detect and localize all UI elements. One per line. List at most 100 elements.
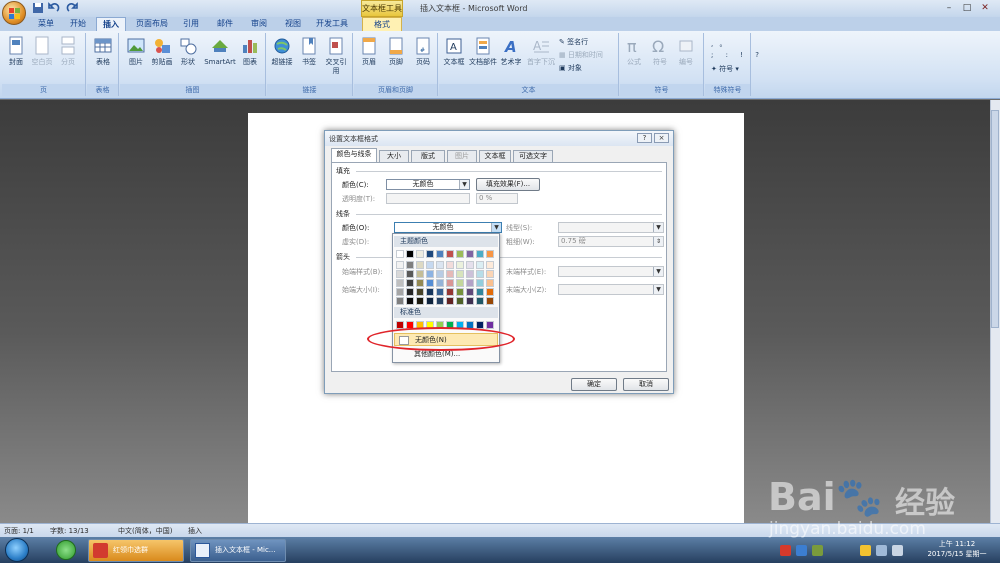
wordart-button[interactable]: A 艺术字 [499, 36, 523, 67]
tab-alt-text[interactable]: 可选文字 [513, 150, 553, 162]
special-symbol-question[interactable]: ? [755, 51, 764, 59]
theme-color-swatch[interactable] [486, 250, 494, 258]
theme-tint-swatch[interactable] [486, 261, 494, 269]
tab-references[interactable]: 引用 [176, 17, 206, 31]
bookmark-button[interactable]: 书签 [297, 36, 321, 67]
special-symbol-period[interactable]: 。 [719, 40, 728, 48]
clipart-button[interactable]: 剪贴画 [150, 36, 174, 67]
status-language[interactable]: 中文(简体，中国) [118, 526, 172, 536]
tab-insert[interactable]: 插入 [96, 17, 126, 32]
taskbar-item-word[interactable]: 插入文本框 - Mic... [190, 539, 286, 562]
theme-tint-swatch[interactable] [406, 297, 414, 305]
line-weight-input[interactable]: 0.75 磅 ⇕ [558, 236, 664, 247]
tray-app-icon[interactable] [812, 545, 823, 556]
picture-button[interactable]: 图片 [124, 36, 148, 67]
theme-tint-swatch[interactable] [406, 270, 414, 278]
tab-layout[interactable]: 版式 [411, 150, 445, 162]
theme-tint-swatch[interactable] [436, 279, 444, 287]
close-window-button[interactable]: ✕ [976, 2, 994, 14]
tray-volume-icon[interactable] [892, 545, 903, 556]
theme-tint-swatch[interactable] [446, 288, 454, 296]
theme-tint-swatch[interactable] [446, 279, 454, 287]
theme-tint-swatch[interactable] [416, 261, 424, 269]
tab-developer[interactable]: 开发工具 [310, 17, 354, 31]
standard-color-swatch[interactable] [486, 321, 494, 329]
app-circle-icon[interactable] [56, 540, 76, 560]
blank-page-button[interactable]: 空白页 [30, 36, 54, 67]
theme-tint-swatch[interactable] [406, 261, 414, 269]
theme-tint-swatch[interactable] [426, 279, 434, 287]
theme-tint-swatch[interactable] [436, 297, 444, 305]
theme-color-swatch[interactable] [446, 250, 454, 258]
theme-color-swatch[interactable] [396, 250, 404, 258]
page-number-button[interactable]: # 页码 [411, 36, 435, 67]
tab-picture[interactable]: 图片 [447, 150, 477, 162]
theme-tint-swatch[interactable] [446, 270, 454, 278]
theme-tint-swatch[interactable] [486, 279, 494, 287]
theme-tint-swatch[interactable] [466, 261, 474, 269]
theme-tint-swatch[interactable] [416, 297, 424, 305]
start-button[interactable] [5, 538, 29, 562]
theme-color-swatch[interactable] [436, 250, 444, 258]
shapes-button[interactable]: 形状 [176, 36, 200, 67]
tab-home[interactable]: 开始 [62, 17, 94, 31]
theme-tint-swatch[interactable] [406, 288, 414, 296]
theme-tint-swatch[interactable] [436, 288, 444, 296]
theme-tint-swatch[interactable] [396, 297, 404, 305]
theme-tint-swatch[interactable] [476, 297, 484, 305]
theme-tint-swatch[interactable] [416, 288, 424, 296]
quick-parts-button[interactable]: 文档部件 [469, 36, 497, 67]
status-mode[interactable]: 插入 [188, 526, 202, 536]
maximize-button[interactable]: □ [958, 2, 976, 14]
theme-color-swatch[interactable] [456, 250, 464, 258]
equation-button[interactable]: π 公式 [622, 36, 646, 67]
theme-tint-swatch[interactable] [466, 279, 474, 287]
tab-format[interactable]: 格式 [362, 17, 402, 31]
taskbar-item-group[interactable]: 红领巾选群 [88, 539, 184, 562]
special-symbol-comma[interactable]: , [711, 40, 715, 48]
fill-effects-button[interactable]: 填充效果(F)... [476, 178, 540, 191]
theme-tint-swatch[interactable] [466, 297, 474, 305]
theme-tint-swatch[interactable] [446, 297, 454, 305]
tray-ime-icon[interactable] [796, 545, 807, 556]
page-break-button[interactable]: 分页 [56, 36, 80, 67]
hyperlink-button[interactable]: 超链接 [270, 36, 294, 67]
textbox-button[interactable]: A 文本框 [442, 36, 466, 67]
scrollbar-thumb[interactable] [991, 110, 999, 328]
special-symbols-row2[interactable]: ; : ! ? [711, 50, 759, 61]
symbol-button[interactable]: Ω 符号 [648, 36, 672, 67]
theme-tint-swatch[interactable] [396, 279, 404, 287]
cover-page-button[interactable]: 封面 [4, 36, 28, 67]
theme-tint-swatch[interactable] [396, 288, 404, 296]
theme-tint-swatch[interactable] [426, 270, 434, 278]
header-button[interactable]: 页眉 [357, 36, 381, 67]
status-page[interactable]: 页面: 1/1 [4, 526, 34, 536]
office-button[interactable] [2, 1, 26, 25]
cancel-button[interactable]: 取消 [623, 378, 669, 391]
theme-tint-swatch[interactable] [456, 279, 464, 287]
theme-tint-swatch[interactable] [406, 279, 414, 287]
theme-tint-swatch[interactable] [436, 261, 444, 269]
theme-color-swatch[interactable] [476, 250, 484, 258]
tab-textbox[interactable]: 文本框 [479, 150, 511, 162]
theme-color-swatch[interactable] [426, 250, 434, 258]
drop-cap-button[interactable]: A 首字下沉 [526, 36, 556, 67]
theme-tint-swatch[interactable] [436, 270, 444, 278]
tab-review[interactable]: 审阅 [244, 17, 274, 31]
tab-mailings[interactable]: 邮件 [210, 17, 240, 31]
chart-button[interactable]: 图表 [238, 36, 262, 67]
theme-color-swatch[interactable] [466, 250, 474, 258]
theme-tint-swatch[interactable] [396, 270, 404, 278]
status-words[interactable]: 字数: 13/13 [50, 526, 89, 536]
transparency-slider[interactable] [386, 193, 470, 204]
transparency-input[interactable]: 0 % [476, 193, 518, 204]
minimize-button[interactable]: – [940, 2, 958, 14]
undo-icon[interactable] [48, 2, 60, 14]
tray-s-icon[interactable] [780, 545, 791, 556]
end-size-dropdown[interactable]: ▼ [558, 284, 664, 295]
fill-color-dropdown[interactable]: 无颜色 ▼ [386, 179, 470, 190]
theme-tint-swatch[interactable] [426, 297, 434, 305]
line-style-dropdown[interactable]: ▼ [558, 222, 664, 233]
theme-color-swatch[interactable] [416, 250, 424, 258]
theme-tint-swatch[interactable] [466, 288, 474, 296]
